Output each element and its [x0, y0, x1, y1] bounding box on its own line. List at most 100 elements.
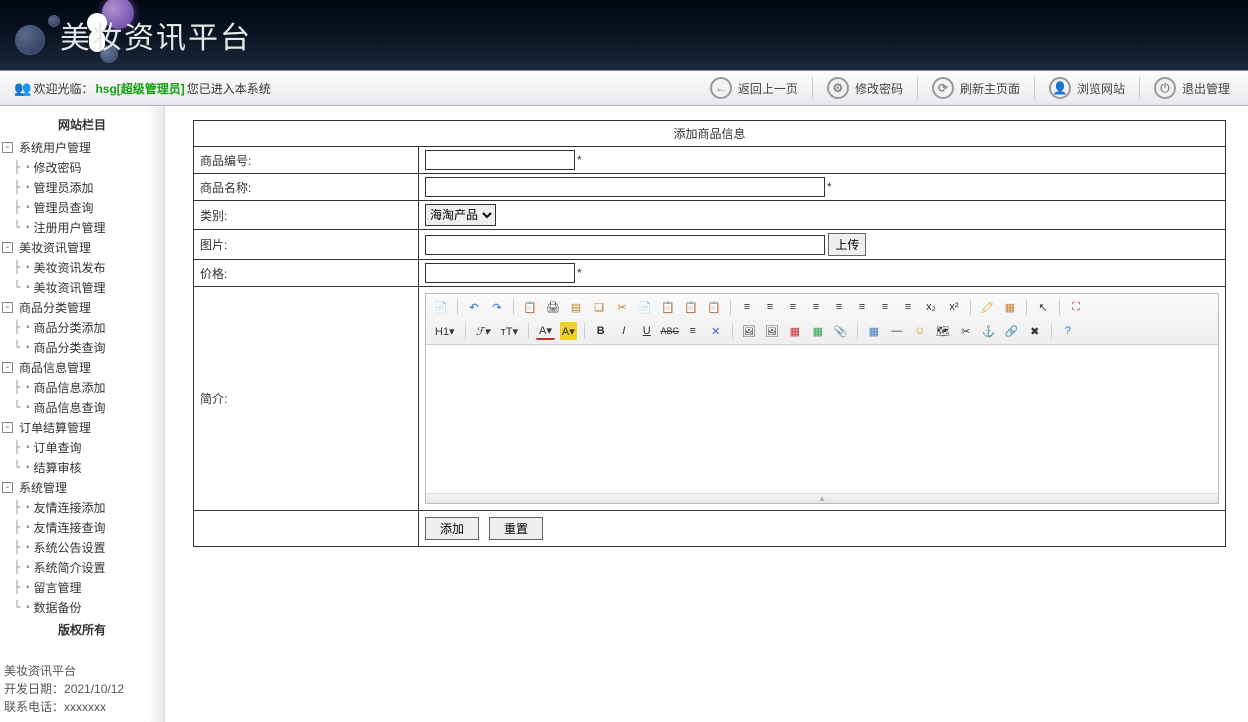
table-icon[interactable]: ▦ — [865, 322, 883, 340]
strike-icon[interactable]: ABC — [661, 322, 679, 340]
upload-button[interactable]: 上传 — [828, 233, 866, 256]
sidebar-item[interactable]: ├▪系统简介设置 — [0, 557, 164, 577]
bold-icon[interactable]: B — [592, 322, 610, 340]
anchor-icon[interactable]: ⚓ — [980, 322, 998, 340]
sidebar-item[interactable]: ├▪商品分类添加 — [0, 317, 164, 337]
editor-resize-handle[interactable]: ▲ — [426, 493, 1218, 503]
media-icon[interactable]: ▦ — [809, 322, 827, 340]
welcome-suffix: 您已进入本系统 — [187, 80, 271, 97]
sidebar-group-1[interactable]: -美妆资讯管理 — [0, 237, 164, 257]
redo-icon[interactable]: ↷ — [488, 298, 506, 316]
link-icon[interactable]: 🔗 — [1003, 322, 1021, 340]
emoji-icon[interactable]: ☺ — [911, 322, 929, 340]
paste2-icon[interactable]: 📋 — [659, 298, 677, 316]
indent-icon[interactable]: ≡ — [899, 298, 917, 316]
sidebar-item[interactable]: ├▪管理员添加 — [0, 177, 164, 197]
collapse-icon[interactable]: - — [2, 242, 13, 253]
sidebar-item-label: 修改密码 — [34, 159, 82, 176]
cursor-icon[interactable]: ↖ — [1034, 298, 1052, 316]
source-icon[interactable]: 📄 — [432, 298, 450, 316]
sidebar-item[interactable]: └▪商品信息查询 — [0, 397, 164, 417]
highlight-icon[interactable]: 🖍 — [978, 298, 996, 316]
sidebar-item[interactable]: └▪结算审核 — [0, 457, 164, 477]
align-left-icon[interactable]: ≡ — [738, 298, 756, 316]
category-select[interactable]: 海淘产品 — [425, 204, 496, 226]
back-button[interactable]: ←返回上一页 — [706, 75, 802, 101]
tree-branch-icon: ├ — [8, 180, 26, 194]
sidebar-item[interactable]: ├▪修改密码 — [0, 157, 164, 177]
paste-icon[interactable]: 📋 — [521, 298, 539, 316]
page-break-icon[interactable]: ✂ — [957, 322, 975, 340]
multi-image-icon[interactable]: 🖼 — [763, 322, 781, 340]
cut-icon[interactable]: ✂ — [613, 298, 631, 316]
font-family-icon[interactable]: ℱ▾ — [473, 322, 493, 340]
sidebar-item[interactable]: └▪美妆资讯管理 — [0, 277, 164, 297]
sidebar-item[interactable]: └▪商品分类查询 — [0, 337, 164, 357]
fore-color-icon[interactable]: A▾ — [536, 322, 555, 340]
fullscreen-icon[interactable]: ⛶ — [1067, 298, 1085, 316]
copy-icon[interactable]: 📄 — [636, 298, 654, 316]
heading-icon[interactable]: H1▾ — [432, 322, 458, 340]
submit-button[interactable]: 添加 — [425, 517, 479, 540]
sidebar-item[interactable]: ├▪美妆资讯发布 — [0, 257, 164, 277]
sidebar-item[interactable]: ├▪友情连接查询 — [0, 517, 164, 537]
flash-icon[interactable]: ▦ — [786, 322, 804, 340]
collapse-icon[interactable]: - — [2, 142, 13, 153]
remove-format-icon[interactable]: ✕ — [707, 322, 725, 340]
hr-icon[interactable]: — — [888, 322, 906, 340]
list-ul-icon[interactable]: ≡ — [853, 298, 871, 316]
paste-word-icon[interactable]: 📋 — [682, 298, 700, 316]
attachment-icon[interactable]: 📎 — [832, 322, 850, 340]
sidebar-item[interactable]: ├▪系统公告设置 — [0, 537, 164, 557]
sidebar-group-5[interactable]: -系统管理 — [0, 477, 164, 497]
sidebar-item[interactable]: ├▪订单查询 — [0, 437, 164, 457]
collapse-icon[interactable]: - — [2, 482, 13, 493]
map-icon[interactable]: 🗺 — [934, 322, 952, 340]
sidebar-item[interactable]: ├▪管理员查询 — [0, 197, 164, 217]
outdent-icon[interactable]: ≡ — [876, 298, 894, 316]
sidebar-group-4[interactable]: -订单结算管理 — [0, 417, 164, 437]
clear-format-icon[interactable]: ❏ — [590, 298, 608, 316]
refresh-button[interactable]: ⟳刷新主页面 — [928, 75, 1024, 101]
underline-icon[interactable]: U — [638, 322, 656, 340]
undo-icon[interactable]: ↶ — [465, 298, 483, 316]
browse-button[interactable]: 👤浏览网站 — [1045, 75, 1129, 101]
reset-button[interactable]: 重置 — [489, 517, 543, 540]
sidebar-item[interactable]: └▪数据备份 — [0, 597, 164, 617]
line-height-icon[interactable]: ≡ — [684, 322, 702, 340]
print-icon[interactable]: 🖨 — [544, 298, 562, 316]
price-input[interactable] — [425, 263, 575, 283]
template-icon[interactable]: ▤ — [567, 298, 585, 316]
sidebar-item[interactable]: ├▪友情连接添加 — [0, 497, 164, 517]
align-justify-icon[interactable]: ≡ — [807, 298, 825, 316]
align-center-icon[interactable]: ≡ — [761, 298, 779, 316]
sidebar-item-label: 商品信息添加 — [34, 379, 106, 396]
collapse-icon[interactable]: - — [2, 362, 13, 373]
align-right-icon[interactable]: ≡ — [784, 298, 802, 316]
subscript-icon[interactable]: x₂ — [922, 298, 940, 316]
superscript-icon[interactable]: x² — [945, 298, 963, 316]
about-icon[interactable]: ? — [1059, 322, 1077, 340]
password-button[interactable]: ⚙修改密码 — [823, 75, 907, 101]
select-all-icon[interactable]: ▦ — [1001, 298, 1019, 316]
collapse-icon[interactable]: - — [2, 302, 13, 313]
product-code-input[interactable] — [425, 150, 575, 170]
sidebar-group-3[interactable]: -商品信息管理 — [0, 357, 164, 377]
logout-button[interactable]: ⏻退出管理 — [1150, 75, 1234, 101]
font-size-icon[interactable]: тT▾ — [498, 322, 521, 340]
sidebar-item[interactable]: ├▪商品信息添加 — [0, 377, 164, 397]
sidebar-group-2[interactable]: -商品分类管理 — [0, 297, 164, 317]
sidebar-item[interactable]: └▪注册用户管理 — [0, 217, 164, 237]
sidebar-group-0[interactable]: -系统用户管理 — [0, 137, 164, 157]
image-icon[interactable]: 🖼 — [740, 322, 758, 340]
collapse-icon[interactable]: - — [2, 422, 13, 433]
paste-text-icon[interactable]: 📋 — [705, 298, 723, 316]
image-input[interactable] — [425, 235, 825, 255]
unlink-icon[interactable]: ✖ — [1026, 322, 1044, 340]
back-color-icon[interactable]: A▾ — [560, 322, 577, 340]
product-name-input[interactable] — [425, 177, 825, 197]
intro-textarea[interactable] — [426, 345, 1218, 490]
list-ol-icon[interactable]: ≡ — [830, 298, 848, 316]
sidebar-item[interactable]: ├▪留言管理 — [0, 577, 164, 597]
italic-icon[interactable]: I — [615, 322, 633, 340]
